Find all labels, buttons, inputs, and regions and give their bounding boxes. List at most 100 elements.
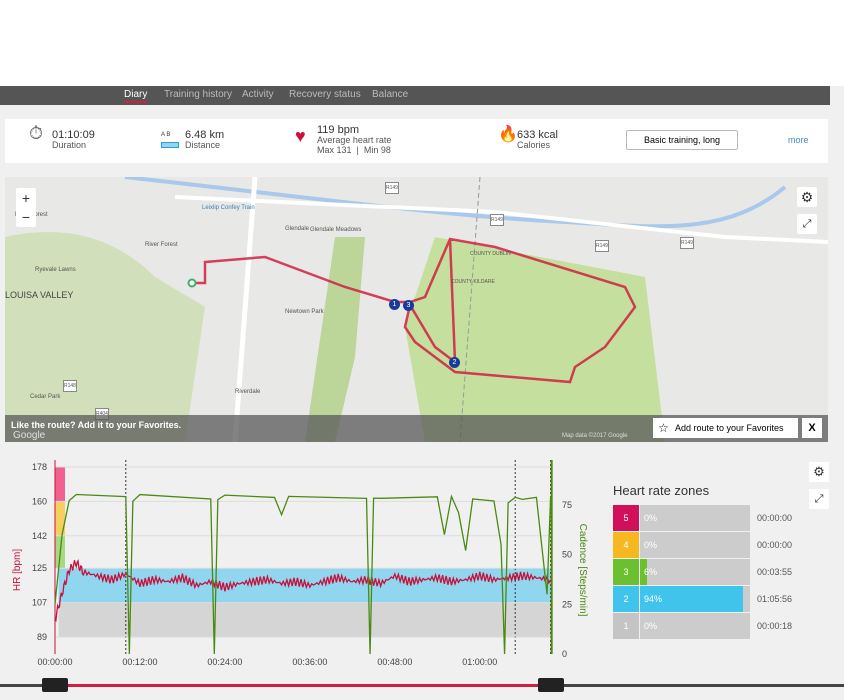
heart-icon: ♥ — [295, 126, 306, 146]
zone-number: 4 — [613, 532, 639, 558]
zoom-in-button[interactable]: + — [16, 188, 36, 208]
road-label: R149 — [595, 240, 609, 252]
y-left-label: HR [bpm] — [12, 549, 23, 591]
zone-time: 00:00:00 — [757, 513, 793, 523]
tab-diary[interactable]: Diary — [124, 89, 148, 103]
map-label: Newtown Park — [285, 309, 324, 315]
x-tick: 00:24:00 — [207, 657, 242, 667]
zone-bar: 0% — [640, 532, 750, 558]
close-favorites-button[interactable]: X — [802, 418, 822, 438]
zone-time: 00:00:18 — [757, 621, 793, 631]
x-tick: 00:36:00 — [292, 657, 327, 667]
hr-cadence-chart[interactable]: 89 107 125 142 160 178 0 25 50 75 00:00:00 00:12:00… — [0, 455, 600, 680]
y-right-tick: 0 — [562, 649, 567, 659]
distance-icon: A B — [161, 130, 179, 148]
star-icon: ☆ — [658, 421, 669, 435]
zone-row-4: 4 0% 00:00:00 — [613, 532, 843, 559]
zone-row-3: 3 6% 00:03:55 — [613, 559, 843, 586]
more-link[interactable]: more — [788, 135, 809, 145]
y-left-tick: 125 — [32, 563, 47, 573]
y-left-tick: 89 — [37, 632, 47, 642]
road-label: R149 — [680, 237, 694, 249]
map-canvas — [5, 177, 828, 442]
y-left-tick: 178 — [32, 462, 47, 472]
zone-bar: 94% — [640, 586, 750, 612]
road-label: R149 — [385, 182, 399, 194]
slider-selection — [55, 684, 550, 687]
zone-bar: 0% — [640, 613, 750, 639]
map-label: LOUISA VALLEY — [5, 290, 74, 300]
route-marker-1[interactable]: 1 — [389, 299, 400, 310]
zone-number: 1 — [613, 613, 639, 639]
zone-band — [58, 602, 551, 637]
zone-number: 3 — [613, 559, 639, 585]
distance-label: Distance — [185, 140, 221, 150]
map-settings-gear-icon[interactable]: ⚙ — [797, 187, 817, 207]
y-right-tick: 25 — [562, 599, 572, 609]
y-left-tick: 107 — [32, 598, 47, 608]
zone-percent: 0% — [644, 540, 658, 550]
map-label: Glendale — [285, 226, 310, 232]
slider-handle-left[interactable] — [42, 678, 68, 692]
heart-rate: 119 bpm Average heart rate Max 131 | Min 9… — [317, 124, 392, 156]
map-label: Glendale Meadows — [310, 227, 362, 233]
distance: 6.48 km Distance — [185, 130, 224, 151]
zone-row-5: 5 0% 00:00:00 — [613, 505, 843, 532]
zoom-out-button[interactable]: − — [16, 207, 36, 227]
time-range-slider[interactable] — [0, 678, 844, 692]
map-label: Leixlip Confey Train — [202, 205, 255, 211]
add-favorite-label: Add route to your Favorites — [675, 423, 784, 433]
map-fullscreen-icon[interactable]: ⤢ — [797, 214, 817, 234]
hr-label: Average heart rate — [317, 135, 392, 145]
hr-maxmin: Max 131 | Min 98 — [317, 145, 391, 155]
zone-bar: 6% — [640, 559, 750, 585]
zone-strip — [55, 467, 65, 502]
x-tick: 00:48:00 — [377, 657, 412, 667]
favorites-bar: Like the route? Add it to your Favorites… — [5, 415, 828, 442]
tab-training-history[interactable]: Training history — [164, 89, 232, 101]
stopwatch-icon: ⏱ — [29, 123, 44, 143]
zone-time: 00:00:00 — [757, 540, 793, 550]
duration-value: 01:10:09 — [52, 129, 95, 141]
training-type-button[interactable]: Basic training, long — [626, 130, 738, 150]
top-blank — [0, 0, 844, 86]
zone-bar: 0% — [640, 505, 750, 531]
flame-icon: 🔥 — [498, 126, 518, 143]
duration-label: Duration — [52, 140, 87, 150]
distance-icon-letters: A B — [161, 132, 171, 138]
heart-rate-zones: Heart rate zones 5 0% 00:00:00 4 0% 00:00… — [613, 483, 792, 639]
zone-time: 01:05:56 — [757, 594, 793, 604]
calories-label: Calories — [517, 140, 551, 150]
zone-percent: 0% — [644, 513, 658, 523]
calories-value: 633 kcal — [517, 129, 558, 141]
x-tick: 01:00:00 — [462, 657, 497, 667]
slider-handle-right[interactable] — [538, 678, 564, 692]
map-label: River Forest — [145, 242, 178, 248]
tab-recovery-status[interactable]: Recovery status — [289, 89, 361, 101]
chart-settings-gear-icon[interactable]: ⚙ — [809, 462, 829, 482]
x-tick: 00:12:00 — [122, 657, 157, 667]
zone-number: 5 — [613, 505, 639, 531]
map-label: COUNTY DUBLIN — [470, 251, 511, 257]
add-favorite-button[interactable]: ☆ Add route to your Favorites — [653, 418, 798, 438]
route-marker-3[interactable]: 3 — [403, 300, 414, 311]
zones-title: Heart rate zones — [613, 483, 710, 498]
tab-balance[interactable]: Balance — [372, 89, 408, 101]
y-right-label: Cadence [Steps/min] — [577, 524, 588, 617]
map-label: COUNTY KILDARE — [451, 279, 495, 285]
tab-activity[interactable]: Activity — [242, 89, 274, 101]
route-marker-2[interactable]: 2 — [449, 357, 460, 368]
nav-bar: Diary Training history Activity Recovery… — [0, 86, 830, 105]
google-logo: Google — [13, 430, 46, 441]
zone-row-1: 1 0% 00:00:18 — [613, 613, 843, 640]
zone-percent: 6% — [644, 567, 658, 577]
summary-bar: ⏱ 01:10:09 Duration A B 6.48 km Distance ♥… — [5, 119, 828, 163]
map-label: Ryevale Lawns — [35, 267, 76, 273]
map-label: Cedar Park — [30, 394, 61, 400]
calories: 633 kcal Calories — [517, 129, 558, 151]
y-left-tick: 160 — [32, 496, 47, 506]
y-left-tick: 142 — [32, 531, 47, 541]
zone-time: 00:03:55 — [757, 567, 793, 577]
route-map[interactable]: River Forest River Forest Ryevale Lawns … — [5, 177, 828, 442]
hr-value: 119 bpm — [317, 124, 359, 136]
